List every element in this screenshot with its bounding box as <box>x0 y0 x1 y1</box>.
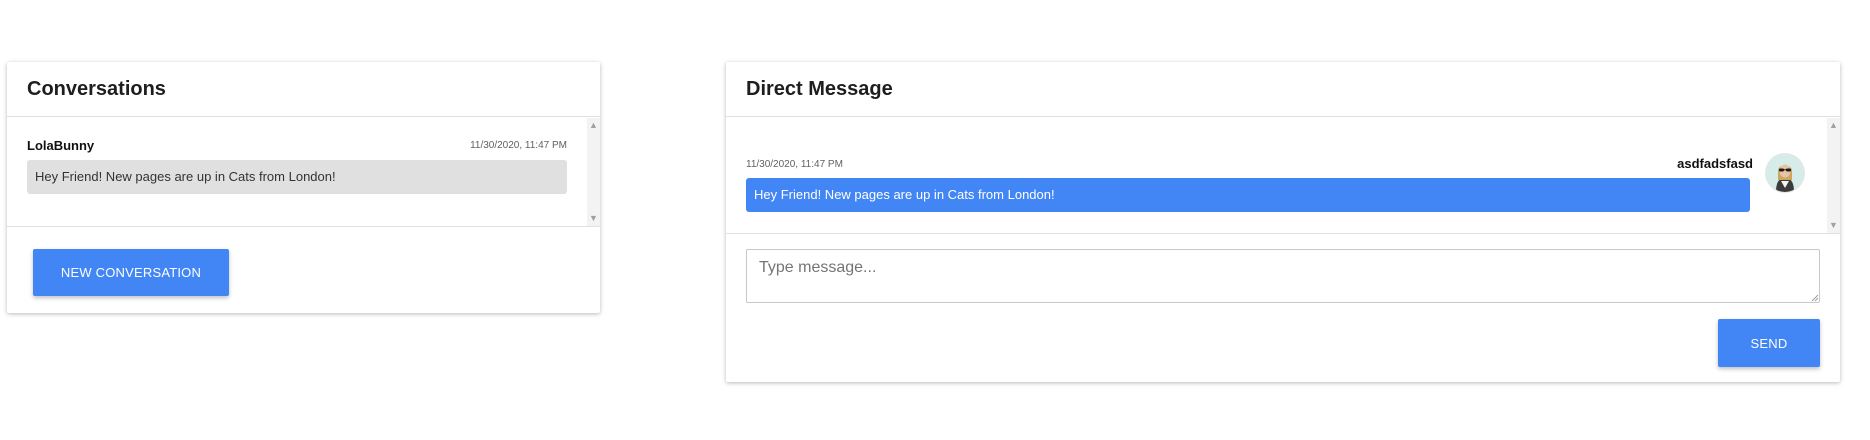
conversation-scrollbar[interactable]: ▲ ▼ <box>587 118 600 226</box>
send-button[interactable]: SEND <box>1718 319 1820 367</box>
message-timestamp: 11/30/2020, 11:47 PM <box>746 159 843 170</box>
direct-message-header: Direct Message <box>726 62 1840 117</box>
message-sender: asdfadsfasd <box>1677 156 1753 171</box>
scroll-up-icon[interactable]: ▲ <box>1827 119 1840 132</box>
direct-message-panel: Direct Message 11/30/2020, 11:47 PM asdf… <box>726 62 1840 382</box>
conversations-panel: Conversations LolaBunny 11/30/2020, 11:4… <box>7 62 600 313</box>
direct-message-title: Direct Message <box>746 77 893 100</box>
scroll-down-icon[interactable]: ▼ <box>587 212 600 225</box>
conversations-title: Conversations <box>27 77 166 100</box>
conversation-list[interactable]: LolaBunny 11/30/2020, 11:47 PM Hey Frien… <box>7 118 600 227</box>
scroll-up-icon[interactable]: ▲ <box>587 119 600 132</box>
message-bubble: Hey Friend! New pages are up in Cats fro… <box>746 178 1750 212</box>
conversation-timestamp: 11/30/2020, 11:47 PM <box>470 140 567 151</box>
resize-grip-icon[interactable] <box>1810 293 1819 302</box>
message-scrollbar[interactable]: ▲ ▼ <box>1827 118 1840 233</box>
conversation-preview: Hey Friend! New pages are up in Cats fro… <box>27 160 567 194</box>
message-thread[interactable]: 11/30/2020, 11:47 PM asdfadsfasd Hey Fri… <box>726 118 1840 234</box>
conversation-item[interactable]: LolaBunny 11/30/2020, 11:47 PM Hey Frien… <box>27 138 567 194</box>
user-avatar-icon <box>1766 154 1804 192</box>
conversations-header: Conversations <box>7 62 600 117</box>
avatar[interactable] <box>1766 154 1804 192</box>
message-input[interactable] <box>746 249 1820 303</box>
new-conversation-button[interactable]: NEW CONVERSATION <box>33 249 229 296</box>
scroll-down-icon[interactable]: ▼ <box>1827 219 1840 232</box>
